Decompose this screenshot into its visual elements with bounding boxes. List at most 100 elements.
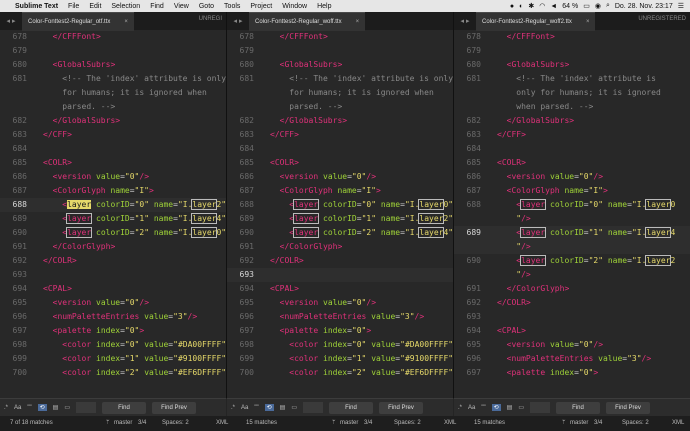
status-branch[interactable]: master	[570, 420, 588, 426]
wifi-icon[interactable]: ◠	[539, 2, 545, 10]
find-input[interactable]	[76, 402, 96, 413]
line-text: <CPAL>	[497, 326, 526, 335]
in-selection-icon[interactable]: ▤	[53, 404, 59, 411]
whole-word-toggle[interactable]: ""	[254, 405, 258, 411]
find-bar-2: .* Aa "" ⟲ ▤ ▭ Find Find Prev	[227, 398, 453, 416]
code-view[interactable]: 678 </CFFFont> 679 680 <GlobalSubrs> 681…	[454, 30, 690, 398]
close-icon[interactable]: ×	[356, 19, 360, 25]
notification-list-icon[interactable]: ☰	[678, 2, 684, 10]
highlight-icon[interactable]: ▭	[64, 404, 70, 411]
code-view[interactable]: 678 </CFFFont> 679 680 <GlobalSubrs> 681…	[227, 30, 453, 398]
whole-word-toggle[interactable]: ""	[27, 405, 31, 411]
menu-project[interactable]: Project	[245, 3, 277, 10]
menu-edit[interactable]: Edit	[84, 3, 106, 10]
line-text: <GlobalSubrs>	[506, 60, 570, 69]
battery-icon[interactable]: ▭	[583, 2, 590, 10]
line-number: 699	[12, 354, 27, 363]
status-branch[interactable]: master	[114, 420, 132, 426]
menu-view[interactable]: View	[169, 3, 194, 10]
wrap-icon[interactable]: ⟲	[491, 404, 501, 411]
regex-toggle[interactable]: .*	[231, 405, 235, 411]
menu-app-name[interactable]: Sublime Text	[10, 3, 63, 10]
status-syntax[interactable]: XML	[444, 420, 456, 426]
menu-selection[interactable]: Selection	[106, 3, 145, 10]
line-text: </GlobalSubrs>	[506, 116, 575, 125]
line-text: <layer colorID="0" name="I.layer0"	[289, 199, 454, 210]
find-prev-button[interactable]: Find Prev	[152, 401, 196, 414]
battery-text[interactable]: 64 %	[562, 3, 578, 10]
find-input[interactable]	[303, 402, 323, 413]
find-prev-button[interactable]: Find Prev	[379, 401, 423, 414]
find-button[interactable]: Find	[102, 401, 146, 414]
status-spaces[interactable]: Spaces: 2	[394, 420, 421, 426]
in-selection-icon[interactable]: ▤	[507, 404, 513, 411]
menu-help[interactable]: Help	[312, 3, 336, 10]
status-syntax[interactable]: XML	[216, 420, 228, 426]
close-icon[interactable]: ×	[586, 19, 590, 25]
case-toggle[interactable]: Aa	[14, 405, 21, 411]
user-icon[interactable]: ◉	[595, 2, 601, 10]
menu-tools[interactable]: Tools	[219, 3, 245, 10]
find-button[interactable]: Find	[329, 401, 373, 414]
search-icon[interactable]: ⌕	[606, 2, 610, 10]
line-text: <color index="0" value="#DA00FFFF"	[62, 340, 227, 349]
highlight-icon[interactable]: ▭	[291, 404, 297, 411]
status-spaces[interactable]: Spaces: 2	[622, 420, 649, 426]
wrap-icon[interactable]: ⟲	[264, 404, 274, 411]
volume-icon[interactable]: ◄	[550, 3, 557, 10]
line-number: 697	[12, 326, 27, 335]
find-bar-3: .* Aa "" ⟲ ▤ ▭ Find Find Prev	[454, 398, 690, 416]
sync-icon[interactable]: ◐	[519, 3, 523, 10]
menu-file[interactable]: File	[63, 3, 84, 10]
code-line: 697 <palette index="0">	[0, 324, 226, 338]
bluetooth-icon[interactable]: ✱	[528, 2, 534, 10]
code-line: 691 </ColorGlyph>	[227, 240, 453, 254]
whole-word-toggle[interactable]: ""	[481, 405, 485, 411]
find-button[interactable]: Find	[556, 401, 600, 414]
code-line: 698 <color index="0" value="#DA00FFFF"	[227, 338, 453, 352]
clock[interactable]: Do. 28. Nov. 23:17	[615, 3, 673, 10]
in-selection-icon[interactable]: ▤	[280, 404, 286, 411]
tab-nav-arrows-icon[interactable]: ◂ ▸	[0, 17, 22, 25]
code-line: 693	[0, 268, 226, 282]
editor-pane-2[interactable]: ◂ ▸ Color-Fonttest2-Regular_woff.ttx × 6…	[227, 12, 454, 398]
tab-nav-arrows-icon[interactable]: ◂ ▸	[454, 17, 476, 25]
highlight-icon[interactable]: ▭	[518, 404, 524, 411]
tab-woff2[interactable]: Color-Fonttest2-Regular_woff2.ttx ×	[476, 12, 596, 31]
line-number: 694	[12, 284, 27, 293]
status-spaces[interactable]: Spaces: 2	[162, 420, 189, 426]
status-branch[interactable]: master	[340, 420, 358, 426]
line-text: <palette index="0">	[52, 326, 145, 335]
tab-otf[interactable]: Color-Fonttest2-Regular_otf.ttx ×	[22, 12, 134, 31]
regex-toggle[interactable]: .*	[4, 405, 8, 411]
close-icon[interactable]: ×	[124, 19, 128, 25]
line-text: <color index="1" value="#9100FFFF"	[289, 354, 454, 363]
line-text: <COLR>	[270, 158, 299, 167]
editor-pane-3[interactable]: ◂ ▸ Color-Fonttest2-Regular_woff2.ttx × …	[454, 12, 690, 398]
line-number: 680	[466, 60, 481, 69]
code-line: 679	[454, 44, 690, 58]
status-syntax[interactable]: XML	[672, 420, 684, 426]
find-input[interactable]	[530, 402, 550, 413]
menu-goto[interactable]: Goto	[194, 3, 219, 10]
tab-woff[interactable]: Color-Fonttest2-Regular_woff.ttx ×	[249, 12, 366, 31]
regex-toggle[interactable]: .*	[458, 405, 462, 411]
status-icon[interactable]: ●	[510, 3, 514, 10]
menu-window[interactable]: Window	[277, 3, 312, 10]
find-prev-button[interactable]: Find Prev	[606, 401, 650, 414]
editor-pane-1[interactable]: ◂ ▸ Color-Fonttest2-Regular_otf.ttx × UN…	[0, 12, 227, 398]
line-number: 684	[239, 144, 254, 153]
line-number: 690	[239, 228, 254, 237]
code-line: 682 </GlobalSubrs>	[0, 114, 226, 128]
line-text: <GlobalSubrs>	[52, 60, 116, 69]
case-toggle[interactable]: Aa	[468, 405, 475, 411]
line-text: <layer colorID="1" name="I.layer4	[516, 227, 676, 238]
tab-nav-arrows-icon[interactable]: ◂ ▸	[227, 17, 249, 25]
code-line: 700 <color index="2" value="#EF6DFFFF"	[0, 366, 226, 380]
wrap-icon[interactable]: ⟲	[37, 404, 47, 411]
code-line: "/>	[454, 212, 690, 226]
code-view[interactable]: 678 </CFFFont> 679 680 <GlobalSubrs> 681…	[0, 30, 226, 398]
case-toggle[interactable]: Aa	[241, 405, 248, 411]
code-line: 682 </GlobalSubrs>	[227, 114, 453, 128]
menu-find[interactable]: Find	[145, 3, 169, 10]
